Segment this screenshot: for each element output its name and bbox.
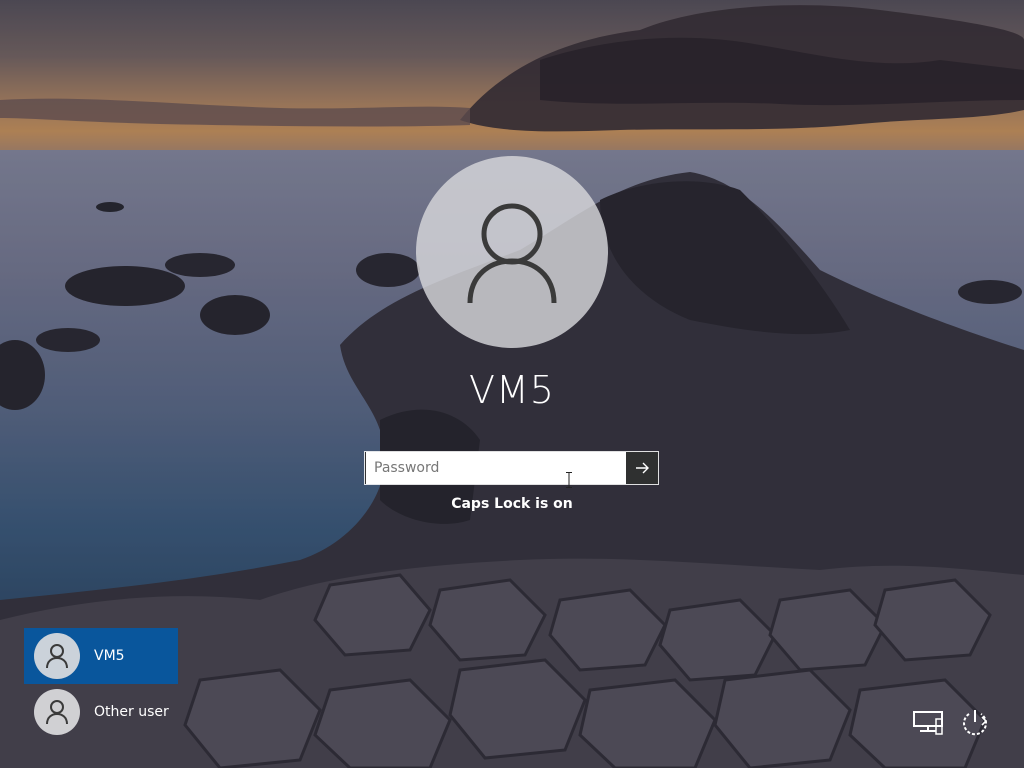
password-box [364, 451, 659, 485]
account-name: VM5 [469, 368, 555, 412]
submit-button[interactable] [626, 452, 658, 484]
user-icon [46, 644, 68, 669]
network-button[interactable] [911, 706, 945, 740]
user-list-label: Other user [94, 704, 169, 720]
user-list-label: VM5 [94, 648, 125, 664]
caps-lock-warning: Caps Lock is on [451, 496, 573, 512]
power-icon [963, 710, 988, 736]
password-input[interactable] [365, 452, 626, 484]
user-avatar-small [34, 633, 80, 679]
user-icon [46, 700, 68, 725]
lock-screen: VM5 Caps Lock is on VM5 Other user [0, 0, 1024, 768]
user-list: VM5 Other user [24, 628, 184, 740]
network-icon [913, 711, 943, 735]
user-icon [467, 203, 557, 304]
user-avatar-small [34, 689, 80, 735]
arrow-right-icon [636, 462, 649, 474]
text-cursor-icon [566, 472, 572, 488]
user-list-item-other-user[interactable]: Other user [24, 684, 178, 740]
user-list-item-vm5[interactable]: VM5 [24, 628, 178, 684]
power-button[interactable] [958, 706, 992, 740]
user-avatar-large [416, 156, 608, 348]
